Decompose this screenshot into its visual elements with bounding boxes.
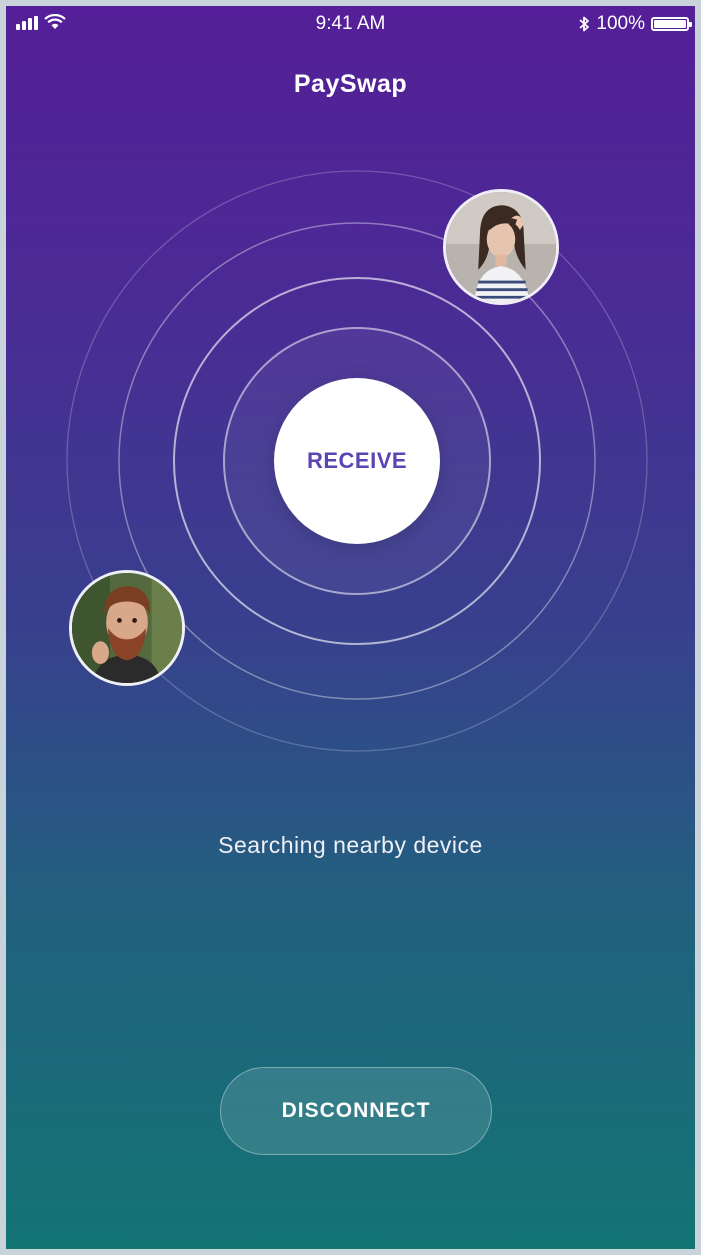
man-avatar-icon bbox=[72, 573, 182, 683]
woman-avatar-icon bbox=[446, 192, 556, 302]
nearby-user-avatar-man[interactable] bbox=[69, 570, 185, 686]
nearby-user-avatar-woman[interactable] bbox=[443, 189, 559, 305]
receive-button[interactable]: RECEIVE bbox=[274, 378, 440, 544]
disconnect-button[interactable]: DISCONNECT bbox=[220, 1067, 492, 1155]
app-screen: 9:41 AM 100% PaySwap RECEIVE Searching n… bbox=[6, 6, 695, 1249]
search-status-text: Searching nearby device bbox=[218, 832, 483, 858]
